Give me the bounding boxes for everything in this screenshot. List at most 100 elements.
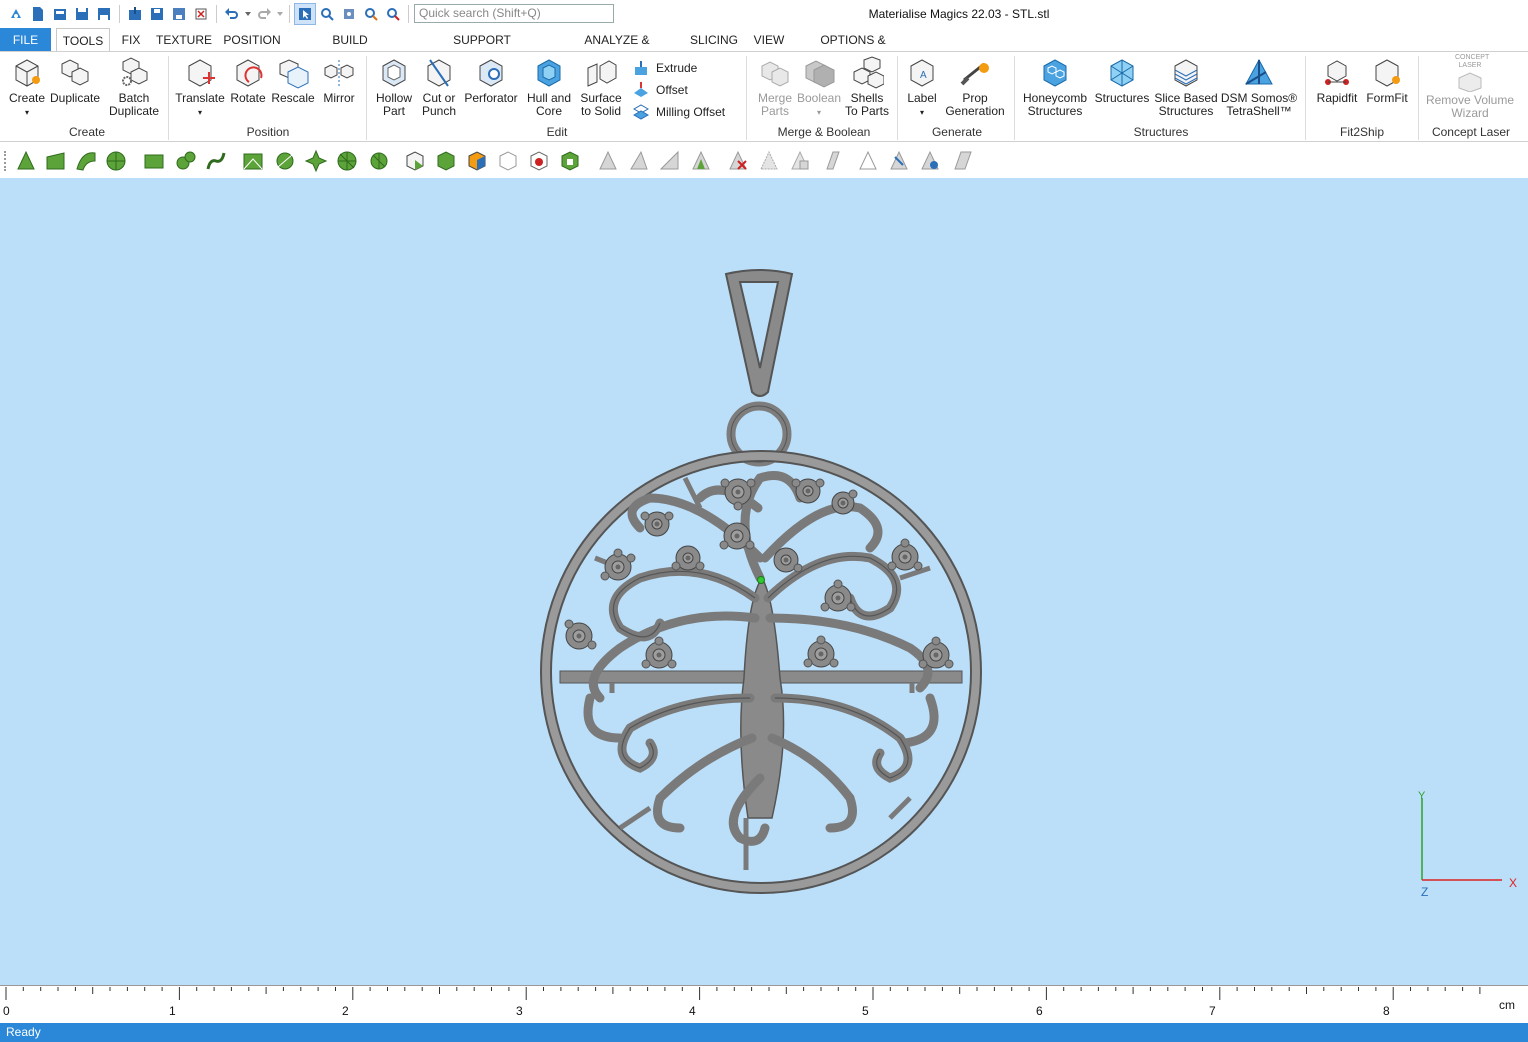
- select-all-parts-tool-icon[interactable]: [434, 149, 458, 173]
- select-wall-tool-icon[interactable]: [273, 149, 297, 173]
- select-plane-tool-icon[interactable]: [44, 149, 68, 173]
- hollow-part-button[interactable]: Hollow Part: [372, 56, 416, 118]
- mark-triangle-icon[interactable]: [596, 149, 620, 173]
- batch-duplicate-button[interactable]: Batch Duplicate: [106, 56, 162, 118]
- rescale-button[interactable]: Rescale: [270, 56, 316, 105]
- select-shell-tool-icon[interactable]: [104, 149, 128, 173]
- select-shells-tool-icon[interactable]: [558, 149, 582, 173]
- structures-button[interactable]: Structures: [1092, 56, 1152, 105]
- formfit-button[interactable]: FormFit: [1364, 56, 1410, 105]
- chevron-down-icon: ▾: [24, 108, 29, 117]
- expand-marking-icon[interactable]: [887, 149, 911, 173]
- ruler-label-2: 2: [342, 1004, 349, 1018]
- hide-marked-icon[interactable]: [856, 149, 880, 173]
- extrude-button[interactable]: Extrude: [632, 59, 697, 77]
- save-part-icon[interactable]: [147, 4, 167, 24]
- undo-icon[interactable]: [222, 4, 242, 24]
- unload-part-icon[interactable]: [191, 4, 211, 24]
- rapidfit-button[interactable]: Rapidfit: [1312, 56, 1362, 105]
- slice-based-structures-button[interactable]: Slice Based Structures: [1154, 56, 1218, 118]
- shells-to-parts-button[interactable]: Shells To Parts: [844, 56, 890, 118]
- app-menu-icon[interactable]: [6, 4, 26, 24]
- surface-to-solid-button[interactable]: Surface to Solid: [576, 56, 626, 118]
- milling-offset-label: Milling Offset: [656, 105, 726, 119]
- formfit-label: FormFit: [1366, 91, 1408, 105]
- tab-file[interactable]: FILE: [0, 28, 51, 52]
- tab-support-generation[interactable]: SUPPORT GENERATION: [420, 28, 544, 71]
- zoom-reset-icon[interactable]: [383, 4, 403, 24]
- create-button[interactable]: Create ▾: [6, 56, 48, 119]
- tab-tools[interactable]: TOOLS: [56, 28, 110, 52]
- group-separator: [897, 56, 898, 140]
- select-triangle-tool-icon[interactable]: [14, 149, 38, 173]
- view-part-icon[interactable]: [339, 4, 359, 24]
- unmark-triangle-icon[interactable]: [726, 149, 750, 173]
- tab-slicing[interactable]: SLICING: [690, 28, 738, 52]
- redo-icon[interactable]: [254, 4, 274, 24]
- milling-offset-button[interactable]: Milling Offset: [632, 103, 725, 121]
- group-label-generate: Generate: [931, 125, 983, 139]
- tab-analyze-report[interactable]: ANALYZE & REPORT: [564, 28, 670, 71]
- mark-surface-icon[interactable]: [658, 149, 682, 173]
- label-button[interactable]: A Label ▾: [902, 56, 942, 119]
- select-cylinder-tool-icon[interactable]: [335, 149, 359, 173]
- boolean-button[interactable]: Boolean ▾: [796, 56, 842, 119]
- rotate-button[interactable]: Rotate: [228, 56, 268, 105]
- dsm-somos-label: DSM Somos®: [1220, 91, 1298, 105]
- new-file-icon[interactable]: [28, 4, 48, 24]
- lasso-freeform-tool-icon[interactable]: [204, 149, 228, 173]
- prop-generation-button[interactable]: Prop Generation: [944, 56, 1006, 118]
- unmark-all-icon[interactable]: [819, 149, 843, 173]
- dsm-somos-tetrashell-button[interactable]: DSM Somos® TetraShell™: [1220, 56, 1298, 118]
- zoom-icon[interactable]: [361, 4, 381, 24]
- select-sphere-tool-icon[interactable]: [304, 149, 328, 173]
- import-part-icon[interactable]: [125, 4, 145, 24]
- select-cone-tool-icon[interactable]: [367, 149, 391, 173]
- lasso-rectangle-tool-icon[interactable]: [142, 149, 166, 173]
- hull-and-core-button[interactable]: Hull and Core: [524, 56, 574, 118]
- mirror-button[interactable]: Mirror: [318, 56, 360, 105]
- deselect-part-tool-icon[interactable]: [496, 149, 520, 173]
- 3d-viewport[interactable]: Y X Z: [0, 178, 1528, 985]
- ruler-label-8: 8: [1383, 1004, 1390, 1018]
- ruler-label-1: 1: [169, 1004, 176, 1018]
- cut-or-punch-button[interactable]: Cut or Punch: [418, 56, 460, 118]
- offset-button[interactable]: Offset: [632, 81, 688, 99]
- tab-fix[interactable]: FIX: [118, 28, 144, 52]
- select-boundary-tool-icon[interactable]: [241, 149, 265, 173]
- invert-selection-tool-icon[interactable]: [527, 149, 551, 173]
- select-surface-tool-icon[interactable]: [74, 149, 98, 173]
- shrink-marking-icon[interactable]: [918, 149, 942, 173]
- mark-by-angle-icon[interactable]: [949, 149, 973, 173]
- unmark-plane-icon[interactable]: [757, 149, 781, 173]
- save-part-as-icon[interactable]: [169, 4, 189, 24]
- merge-parts-button[interactable]: Merge Parts: [754, 56, 796, 118]
- honeycomb-structures-button[interactable]: Honeycomb Structures: [1022, 56, 1088, 118]
- select-mode-icon[interactable]: [294, 3, 316, 25]
- rotation-center-marker: [757, 576, 765, 584]
- tab-position[interactable]: POSITION: [222, 28, 282, 52]
- open-file-icon[interactable]: [50, 4, 70, 24]
- zoom-select-icon[interactable]: [317, 4, 337, 24]
- unmark-surface-icon[interactable]: [788, 149, 812, 173]
- translate-button[interactable]: Translate ▾: [174, 56, 226, 119]
- tab-options-help[interactable]: OPTIONS & HELP: [805, 28, 901, 71]
- ruler-label-4: 4: [689, 1004, 696, 1018]
- select-parts-by-color-icon[interactable]: [465, 149, 489, 173]
- remove-volume-wizard-button[interactable]: CONCEPT LASER Remove Volume Wizard: [1424, 54, 1516, 120]
- undo-dropdown-icon[interactable]: [244, 4, 252, 24]
- pendant-model[interactable]: [0, 178, 1528, 985]
- duplicate-button[interactable]: Duplicate: [50, 56, 100, 105]
- save-icon[interactable]: [72, 4, 92, 24]
- lasso-polygon-tool-icon[interactable]: [174, 149, 198, 173]
- mark-shell-icon[interactable]: [689, 149, 713, 173]
- tab-texture[interactable]: TEXTURE: [156, 28, 212, 52]
- perforator-button[interactable]: Perforator: [462, 56, 520, 105]
- mark-plane-icon[interactable]: [627, 149, 651, 173]
- tab-view[interactable]: VIEW: [752, 28, 786, 52]
- select-part-tool-icon[interactable]: [403, 149, 427, 173]
- tab-build-preparation[interactable]: BUILD PREPARATION: [296, 28, 404, 71]
- quick-search-input[interactable]: Quick search (Shift+Q): [414, 4, 614, 23]
- save-as-icon[interactable]: [94, 4, 114, 24]
- redo-dropdown-icon[interactable]: [276, 4, 284, 24]
